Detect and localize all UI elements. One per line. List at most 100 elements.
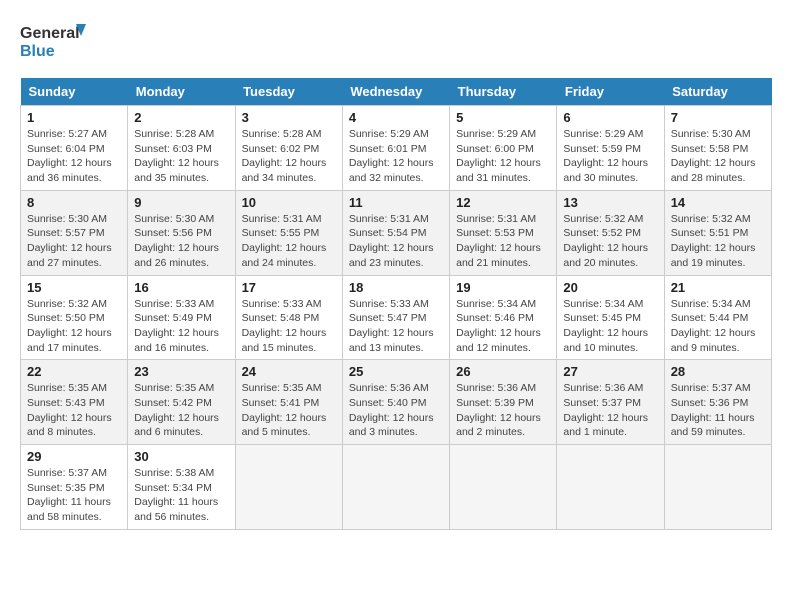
day-number: 15 (27, 280, 121, 295)
day-number: 19 (456, 280, 550, 295)
calendar-day-cell: 2Sunrise: 5:28 AM Sunset: 6:03 PM Daylig… (128, 106, 235, 191)
day-number: 24 (242, 364, 336, 379)
day-info: Sunrise: 5:28 AM Sunset: 6:03 PM Dayligh… (134, 127, 228, 186)
calendar-day-cell: 6 Sunrise: 5:29 AM Sunset: 5:59 PM Daylig… (557, 106, 664, 191)
day-info: Sunrise: 5:36 AM Sunset: 5:39 PM Dayligh… (456, 381, 550, 440)
day-info: Sunrise: 5:37 AM Sunset: 5:35 PM Dayligh… (27, 466, 121, 525)
calendar-day-cell (557, 445, 664, 530)
day-number: 21 (671, 280, 765, 295)
day-info: Sunrise: 5:35 AM Sunset: 5:42 PM Dayligh… (134, 381, 228, 440)
day-info: Sunrise: 5:32 AM Sunset: 5:52 PM Dayligh… (563, 212, 657, 271)
calendar-day-cell: 15 Sunrise: 5:32 AM Sunset: 5:50 PM Dayli… (21, 275, 128, 360)
calendar-day-cell: 3 Sunrise: 5:28 AM Sunset: 6:02 PM Daylig… (235, 106, 342, 191)
day-number: 26 (456, 364, 550, 379)
day-of-week-header: Tuesday (235, 78, 342, 106)
day-number: 1 (27, 110, 121, 125)
calendar-day-cell: 8 Sunrise: 5:30 AM Sunset: 5:57 PM Daylig… (21, 190, 128, 275)
calendar-day-cell: 30 Sunrise: 5:38 AM Sunset: 5:34 PM Dayli… (128, 445, 235, 530)
day-number: 10 (242, 195, 336, 210)
svg-text:Blue: Blue (20, 43, 55, 60)
day-info: Sunrise: 5:32 AM Sunset: 5:50 PM Dayligh… (27, 297, 121, 356)
calendar-day-cell (664, 445, 771, 530)
calendar-day-cell: 17Sunrise: 5:33 AM Sunset: 5:48 PM Dayli… (235, 275, 342, 360)
calendar-day-cell: 11 Sunrise: 5:31 AM Sunset: 5:54 PM Dayli… (342, 190, 449, 275)
calendar-day-cell: 19Sunrise: 5:34 AM Sunset: 5:46 PM Dayli… (450, 275, 557, 360)
day-info: Sunrise: 5:29 AM Sunset: 6:00 PM Dayligh… (456, 127, 550, 186)
calendar-week-row: 29 Sunrise: 5:37 AM Sunset: 5:35 PM Dayli… (21, 445, 772, 530)
day-of-week-header: Monday (128, 78, 235, 106)
logo: GeneralBlue (20, 20, 90, 62)
day-info: Sunrise: 5:30 AM Sunset: 5:57 PM Dayligh… (27, 212, 121, 271)
calendar-table: SundayMondayTuesdayWednesdayThursdayFrid… (20, 78, 772, 530)
day-info: Sunrise: 5:31 AM Sunset: 5:55 PM Dayligh… (242, 212, 336, 271)
day-info: Sunrise: 5:35 AM Sunset: 5:43 PM Dayligh… (27, 381, 121, 440)
calendar-day-cell: 29 Sunrise: 5:37 AM Sunset: 5:35 PM Dayli… (21, 445, 128, 530)
calendar-day-cell (450, 445, 557, 530)
calendar-day-cell: 21 Sunrise: 5:34 AM Sunset: 5:44 PM Dayli… (664, 275, 771, 360)
calendar-day-cell: 10 Sunrise: 5:31 AM Sunset: 5:55 PM Dayli… (235, 190, 342, 275)
day-number: 3 (242, 110, 336, 125)
calendar-week-row: 22 Sunrise: 5:35 AM Sunset: 5:43 PM Dayli… (21, 360, 772, 445)
calendar-day-cell: 9Sunrise: 5:30 AM Sunset: 5:56 PM Daylig… (128, 190, 235, 275)
calendar-week-row: 1 Sunrise: 5:27 AM Sunset: 6:04 PM Daylig… (21, 106, 772, 191)
day-number: 17 (242, 280, 336, 295)
day-info: Sunrise: 5:29 AM Sunset: 5:59 PM Dayligh… (563, 127, 657, 186)
day-number: 20 (563, 280, 657, 295)
day-number: 30 (134, 449, 228, 464)
calendar-day-cell: 24 Sunrise: 5:35 AM Sunset: 5:41 PM Dayli… (235, 360, 342, 445)
calendar-day-cell: 28 Sunrise: 5:37 AM Sunset: 5:36 PM Dayli… (664, 360, 771, 445)
day-number: 23 (134, 364, 228, 379)
day-info: Sunrise: 5:31 AM Sunset: 5:53 PM Dayligh… (456, 212, 550, 271)
calendar-day-cell: 26 Sunrise: 5:36 AM Sunset: 5:39 PM Dayli… (450, 360, 557, 445)
day-of-week-header: Saturday (664, 78, 771, 106)
calendar-day-cell: 12 Sunrise: 5:31 AM Sunset: 5:53 PM Dayli… (450, 190, 557, 275)
day-info: Sunrise: 5:34 AM Sunset: 5:45 PM Dayligh… (563, 297, 657, 356)
calendar-day-cell: 23 Sunrise: 5:35 AM Sunset: 5:42 PM Dayli… (128, 360, 235, 445)
day-info: Sunrise: 5:37 AM Sunset: 5:36 PM Dayligh… (671, 381, 765, 440)
calendar-week-row: 8 Sunrise: 5:30 AM Sunset: 5:57 PM Daylig… (21, 190, 772, 275)
day-number: 27 (563, 364, 657, 379)
day-number: 4 (349, 110, 443, 125)
day-info: Sunrise: 5:35 AM Sunset: 5:41 PM Dayligh… (242, 381, 336, 440)
day-info: Sunrise: 5:29 AM Sunset: 6:01 PM Dayligh… (349, 127, 443, 186)
calendar-day-cell: 20 Sunrise: 5:34 AM Sunset: 5:45 PM Dayli… (557, 275, 664, 360)
calendar-day-cell: 14 Sunrise: 5:32 AM Sunset: 5:51 PM Dayli… (664, 190, 771, 275)
calendar-day-cell: 27 Sunrise: 5:36 AM Sunset: 5:37 PM Dayli… (557, 360, 664, 445)
day-number: 6 (563, 110, 657, 125)
calendar-week-row: 15 Sunrise: 5:32 AM Sunset: 5:50 PM Dayli… (21, 275, 772, 360)
day-number: 8 (27, 195, 121, 210)
day-number: 12 (456, 195, 550, 210)
page-header: GeneralBlue (20, 20, 772, 62)
svg-text:General: General (20, 25, 80, 42)
day-number: 14 (671, 195, 765, 210)
calendar-day-cell: 4 Sunrise: 5:29 AM Sunset: 6:01 PM Daylig… (342, 106, 449, 191)
calendar-day-cell: 7Sunrise: 5:30 AM Sunset: 5:58 PM Daylig… (664, 106, 771, 191)
day-info: Sunrise: 5:36 AM Sunset: 5:37 PM Dayligh… (563, 381, 657, 440)
day-info: Sunrise: 5:38 AM Sunset: 5:34 PM Dayligh… (134, 466, 228, 525)
general-blue-logo: GeneralBlue (20, 20, 90, 62)
day-number: 29 (27, 449, 121, 464)
calendar-day-cell: 22 Sunrise: 5:35 AM Sunset: 5:43 PM Dayli… (21, 360, 128, 445)
day-number: 28 (671, 364, 765, 379)
day-info: Sunrise: 5:34 AM Sunset: 5:44 PM Dayligh… (671, 297, 765, 356)
day-info: Sunrise: 5:32 AM Sunset: 5:51 PM Dayligh… (671, 212, 765, 271)
day-info: Sunrise: 5:31 AM Sunset: 5:54 PM Dayligh… (349, 212, 443, 271)
day-info: Sunrise: 5:33 AM Sunset: 5:49 PM Dayligh… (134, 297, 228, 356)
day-of-week-header: Friday (557, 78, 664, 106)
day-number: 13 (563, 195, 657, 210)
day-info: Sunrise: 5:28 AM Sunset: 6:02 PM Dayligh… (242, 127, 336, 186)
day-number: 16 (134, 280, 228, 295)
day-number: 18 (349, 280, 443, 295)
calendar-body: 1 Sunrise: 5:27 AM Sunset: 6:04 PM Daylig… (21, 106, 772, 530)
day-number: 11 (349, 195, 443, 210)
calendar-day-cell (342, 445, 449, 530)
day-info: Sunrise: 5:36 AM Sunset: 5:40 PM Dayligh… (349, 381, 443, 440)
day-number: 25 (349, 364, 443, 379)
day-of-week-header: Thursday (450, 78, 557, 106)
calendar-day-cell: 13 Sunrise: 5:32 AM Sunset: 5:52 PM Dayli… (557, 190, 664, 275)
day-number: 22 (27, 364, 121, 379)
day-info: Sunrise: 5:33 AM Sunset: 5:47 PM Dayligh… (349, 297, 443, 356)
calendar-day-cell: 5Sunrise: 5:29 AM Sunset: 6:00 PM Daylig… (450, 106, 557, 191)
day-info: Sunrise: 5:27 AM Sunset: 6:04 PM Dayligh… (27, 127, 121, 186)
day-of-week-header: Sunday (21, 78, 128, 106)
